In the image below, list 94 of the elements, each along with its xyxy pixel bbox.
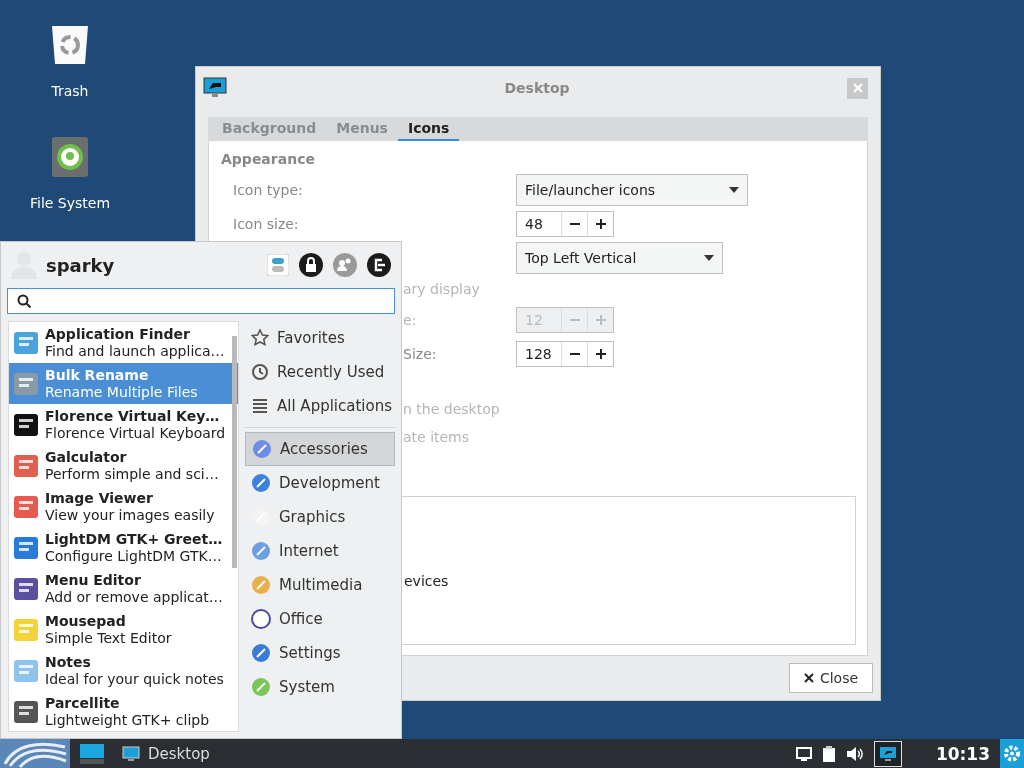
close-icon [803, 673, 814, 683]
drive-icon[interactable] [52, 137, 88, 177]
app-description: Perform simple and sci… [45, 465, 219, 483]
app-item[interactable]: LightDM GTK+ Greet… Configure LightDM GTK… [9, 527, 238, 568]
menu-category[interactable]: Settings [245, 636, 395, 670]
monitor-icon [122, 745, 140, 762]
list-item[interactable]: evices [404, 573, 449, 589]
app-item[interactable]: Florence Virtual Key… Florence Virtual Keyboard [9, 404, 238, 445]
user-name: sparky [46, 254, 116, 276]
menu-category[interactable]: All Applications [245, 389, 395, 423]
desktop-icon-label[interactable]: File System [29, 195, 111, 211]
app-name: Galculator [45, 448, 128, 466]
menu-category[interactable]: Internet [245, 534, 395, 568]
switch-user-icon[interactable] [333, 253, 357, 277]
menu-category[interactable]: Favorites [245, 321, 395, 355]
menu-category[interactable]: System [245, 670, 395, 704]
field-label: ate items [403, 429, 470, 445]
category-icon [251, 541, 271, 561]
close-button[interactable]: Close [789, 663, 873, 693]
app-description: Lightweight GTK+ clipb [45, 711, 210, 729]
dropdown[interactable]: Top Left Vertical [516, 242, 723, 274]
plus-icon[interactable] [594, 348, 607, 360]
app-name: LightDM GTK+ Greet… [45, 530, 223, 548]
caret-icon [704, 255, 714, 261]
app-name: Bulk Rename [45, 366, 150, 384]
app-description: Simple Text Editor [45, 629, 172, 647]
spin-field[interactable]: 128 [516, 341, 614, 367]
scrollbar[interactable] [232, 336, 237, 568]
search-icon [17, 293, 32, 309]
app-name: Notes [45, 653, 92, 671]
dropdown[interactable]: File/launcher icons [516, 174, 748, 206]
field-label: e: [403, 312, 417, 328]
menu-category[interactable]: Recently Used [245, 355, 395, 389]
app-name: Parcellite [45, 694, 121, 712]
monitor-icon[interactable] [873, 740, 902, 767]
category-icon [251, 643, 271, 663]
app-name: Application Finder [45, 325, 191, 343]
clock-icon [251, 363, 269, 381]
category-icon [251, 677, 271, 697]
app-description: Florence Virtual Keyboard [45, 424, 226, 442]
volume-icon[interactable] [845, 745, 864, 762]
spin-field[interactable]: 48 [516, 211, 614, 237]
close-icon [852, 83, 863, 93]
window-title: Desktop [503, 80, 571, 96]
category-icon [252, 439, 272, 459]
monitor-icon [203, 77, 227, 99]
app-description: Find and launch applica… [45, 342, 225, 360]
app-description: View your images easily [45, 506, 215, 524]
menu-category[interactable]: Accessories [245, 432, 395, 466]
settings-icon[interactable] [1000, 739, 1024, 768]
search-field[interactable] [7, 288, 395, 314]
app-item[interactable]: Menu Editor Add or remove applicat… [9, 568, 238, 609]
app-description: Add or remove applicat… [45, 588, 223, 606]
app-item[interactable]: Application Finder Find and launch applica… [9, 322, 238, 363]
app-name: Image Viewer [45, 489, 154, 507]
app-item[interactable]: Parcellite Lightweight GTK+ clipb [9, 691, 238, 731]
star-icon [251, 329, 269, 347]
desktop-icon-label[interactable]: Trash [51, 83, 89, 99]
app-item[interactable]: Notes Ideal for your quick notes [9, 650, 238, 691]
lock-icon[interactable] [299, 253, 323, 277]
app-item[interactable]: Mousepad Simple Text Editor [9, 609, 238, 650]
menu-category[interactable]: Multimedia [245, 568, 395, 602]
app-name: Menu Editor [45, 571, 142, 589]
category-icon [251, 473, 271, 493]
list-icon [251, 397, 269, 415]
workspace-icon[interactable] [80, 743, 104, 764]
field-label: Icon size: [233, 216, 299, 232]
clipboard-icon[interactable] [821, 745, 836, 762]
field-label: ary display [403, 281, 480, 297]
field-label: Size: [403, 346, 437, 362]
trash-icon[interactable] [51, 25, 89, 65]
section-heading: Appearance [220, 151, 316, 169]
clock[interactable]: 10:13 [935, 743, 990, 764]
menu-category[interactable]: Graphics [245, 500, 395, 534]
app-description: Configure LightDM GTK… [45, 547, 223, 565]
app-description: Ideal for your quick notes [45, 670, 224, 688]
menu-category[interactable]: Office [245, 602, 395, 636]
display-icon[interactable] [795, 746, 812, 761]
caret-icon [729, 187, 739, 193]
settings-toggle-icon[interactable] [267, 254, 289, 276]
app-item[interactable]: Image Viewer View your images easily [9, 486, 238, 527]
taskbar-window-button[interactable]: Desktop [118, 744, 214, 763]
field-label: Icon type: [233, 182, 303, 198]
menu-logo-icon[interactable] [0, 739, 70, 768]
category-icon [251, 575, 271, 595]
field-label: n the desktop [403, 401, 500, 417]
plus-icon[interactable] [594, 218, 607, 230]
app-item[interactable]: Galculator Perform simple and sci… [9, 445, 238, 486]
category-icon [251, 609, 271, 629]
logout-icon[interactable] [367, 253, 391, 277]
menu-category[interactable]: Development [245, 466, 395, 500]
app-name: Florence Virtual Key… [45, 407, 221, 425]
app-name: Mousepad [45, 612, 127, 630]
app-description: Rename Multiple Files [45, 383, 198, 401]
